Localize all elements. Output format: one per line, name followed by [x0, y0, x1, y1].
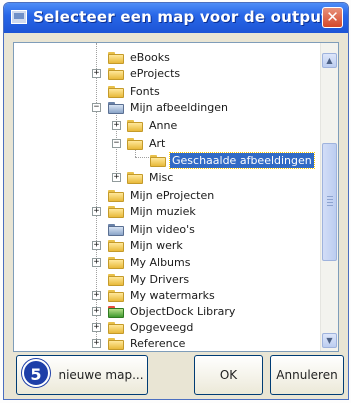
tree-item-label: Reference [130, 337, 186, 350]
expand-plus-icon[interactable]: + [92, 339, 101, 348]
tree-item[interactable]: Misc [127, 168, 175, 187]
tree-item-label: Mijn eProjecten [130, 189, 215, 202]
folder-icon [108, 239, 124, 252]
folder-icon [108, 337, 124, 350]
tree-item[interactable]: Mijn muziek [108, 202, 198, 221]
folder-icon [108, 256, 124, 269]
tree-item-label: Anne [149, 119, 178, 132]
tree-item-label: Geschaalde afbeeldingen [169, 152, 315, 169]
scroll-down-button[interactable]: ▼ [322, 333, 337, 348]
folder-icon [108, 85, 124, 98]
video-folder-icon [108, 223, 124, 236]
grip-line [327, 205, 333, 206]
folder-icon [108, 273, 124, 286]
vertical-scrollbar[interactable]: ▲ ▼ [320, 43, 338, 351]
tree-item[interactable]: Anne [127, 116, 179, 135]
expand-plus-icon[interactable]: + [92, 258, 101, 267]
folder-icon [108, 189, 124, 202]
folder-icon [127, 171, 143, 184]
expand-plus-icon[interactable]: + [92, 69, 101, 78]
cancel-button[interactable]: Annuleren [270, 355, 344, 395]
ok-button[interactable]: OK [194, 355, 263, 395]
folder-tree-panel: eBooks + eProjects Fonts − Mijn afbeeldi… [13, 42, 339, 352]
folder-icon [108, 289, 124, 302]
folder-icon [127, 137, 143, 150]
step-number-badge: 5 [22, 359, 50, 387]
title-bar[interactable]: Selecteer een map voor de output: ✕ [4, 3, 348, 33]
window-icon [11, 10, 27, 24]
tree-item-label: Art [149, 137, 166, 150]
tree-item-label: eBooks [130, 51, 170, 64]
collapse-minus-icon[interactable]: − [92, 103, 101, 112]
folder-icon [150, 154, 166, 167]
tree-item[interactable]: Reference [108, 334, 187, 351]
window-title: Selecteer een map voor de output: [33, 8, 335, 26]
grip-line [327, 196, 333, 197]
folder-icon [108, 205, 124, 218]
tree-item-label: My Albums [130, 256, 191, 269]
scroll-up-button[interactable]: ▲ [322, 53, 337, 68]
scrollbar-thumb[interactable] [322, 143, 337, 261]
tree-item[interactable]: Mijn afbeeldingen [108, 98, 230, 117]
tree-item-label: My Drivers [130, 273, 190, 286]
pictures-folder-icon [108, 101, 124, 114]
folder-icon [108, 67, 124, 80]
tree-item-label: Mijn werk [130, 239, 183, 252]
grip-line [327, 199, 333, 200]
folder-tree[interactable]: eBooks + eProjects Fonts − Mijn afbeeldi… [14, 43, 321, 351]
expand-plus-icon[interactable]: + [92, 307, 101, 316]
tree-item-label: ObjectDock Library [130, 305, 236, 318]
expand-plus-icon[interactable]: + [112, 173, 121, 182]
tree-item-label: Mijn afbeeldingen [130, 101, 228, 114]
tree-item-label: eProjects [130, 67, 181, 80]
grip-line [327, 202, 333, 203]
collapse-minus-icon[interactable]: − [112, 139, 121, 148]
tree-item-label: Mijn video's [130, 223, 195, 236]
expand-plus-icon[interactable]: + [112, 121, 121, 130]
tree-line [135, 157, 149, 158]
tree-item-label: Fonts [130, 85, 160, 98]
tree-item-label: Opgeveegd [130, 321, 194, 334]
tree-item-label: Misc [149, 171, 174, 184]
tree-item-label: Mijn muziek [130, 205, 196, 218]
expand-plus-icon[interactable]: + [92, 323, 101, 332]
folder-icon [108, 321, 124, 334]
folder-picker-dialog: Selecteer een map voor de output: ✕ eBoo… [3, 2, 349, 400]
tree-item-label: My watermarks [130, 289, 215, 302]
folder-icon [127, 119, 143, 132]
objectdock-icon [108, 305, 124, 318]
folder-icon [108, 51, 124, 64]
tree-item[interactable]: eProjects [108, 64, 182, 83]
expand-plus-icon[interactable]: + [92, 207, 101, 216]
expand-plus-icon[interactable]: + [92, 241, 101, 250]
expand-plus-icon[interactable]: + [92, 291, 101, 300]
close-button[interactable]: ✕ [322, 7, 343, 28]
